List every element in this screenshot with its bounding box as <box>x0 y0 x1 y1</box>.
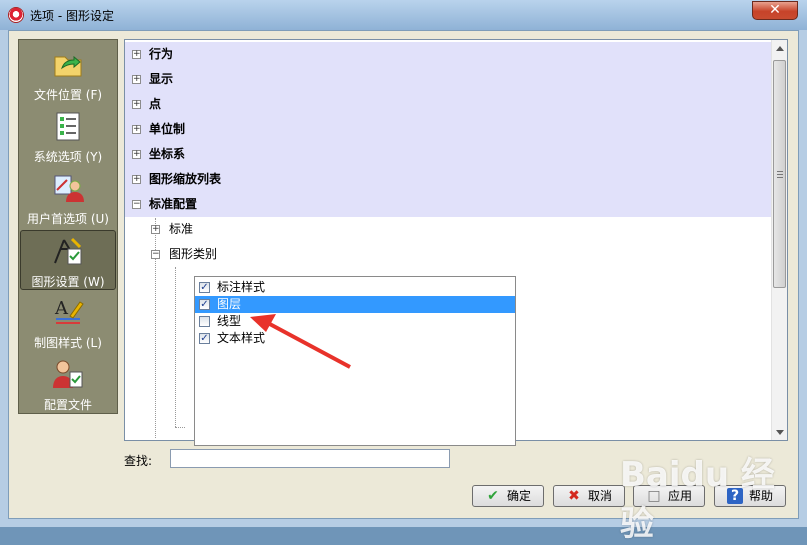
sidebar-item-graphics-settings[interactable]: 图形设置 (W) <box>20 230 116 290</box>
vertical-scrollbar[interactable] <box>771 40 787 440</box>
options-sidebar: 文件位置 (F) 系统选项 (Y) 用户首选项 (U) 图形设置 (W) A 制… <box>18 39 118 414</box>
search-label: 查找: <box>124 454 153 468</box>
sidebar-item-label: 配置文件 <box>43 398 92 412</box>
sidebar-item-user-preferences[interactable]: 用户首选项 (U) <box>20 172 116 228</box>
checkbox-checked[interactable]: ✓ <box>199 282 210 293</box>
red-x-icon: ✖ <box>568 488 580 504</box>
title-bar: 选项 - 图形设定 ✕ <box>0 0 807 30</box>
cancel-button-label: 取消 <box>588 489 613 503</box>
expand-icon[interactable]: + <box>132 100 141 109</box>
sidebar-item-label: 制图样式 (L) <box>34 336 102 350</box>
ok-button[interactable]: ✔ 确定 <box>472 485 544 507</box>
scroll-up-icon[interactable] <box>776 46 784 51</box>
tree-node-label: 点 <box>149 97 162 111</box>
green-check-icon: ✔ <box>487 488 499 504</box>
tree-node-label: 显示 <box>149 72 174 86</box>
scroll-thumb[interactable] <box>773 60 786 288</box>
watermark: Baidu 经验 <box>620 455 775 544</box>
sidebar-item-drafting-style[interactable]: A 制图样式 (L) <box>20 296 116 352</box>
checkbox-checked[interactable]: ✓ <box>199 299 210 310</box>
expand-icon[interactable]: + <box>132 175 141 184</box>
sidebar-item-label: 图形设置 (W) <box>31 275 105 289</box>
collapse-icon[interactable]: − <box>151 250 160 259</box>
cancel-button[interactable]: ✖ 取消 <box>553 485 625 507</box>
search-input[interactable] <box>170 449 450 468</box>
tree-node-units[interactable]: + 单位制 <box>125 117 771 142</box>
tree-node-label: 图形缩放列表 <box>149 172 222 186</box>
svg-text:A: A <box>54 298 69 319</box>
tree-node-label: 坐标系 <box>149 147 186 161</box>
expand-icon[interactable]: + <box>151 225 160 234</box>
checklist-item-dimension-style[interactable]: ✓ 标注样式 <box>195 279 515 296</box>
checklist-icon <box>56 112 80 141</box>
checklist-item-layer[interactable]: ✓ 图层 <box>195 296 515 313</box>
checklist-item-linetype[interactable]: 线型 <box>195 313 515 330</box>
tree-node-scale-list[interactable]: + 图形缩放列表 <box>125 167 771 192</box>
expand-icon[interactable]: + <box>132 150 141 159</box>
folder-arrow-icon <box>54 55 82 77</box>
tree-node-standards-config[interactable]: − 标准配置 <box>125 192 771 217</box>
expand-icon[interactable]: + <box>132 125 141 134</box>
expand-icon[interactable]: + <box>132 75 141 84</box>
user-tools-icon <box>54 175 84 202</box>
sidebar-item-label: 用户首选项 (U) <box>27 212 109 226</box>
tree-node-label: 标准 <box>169 222 194 236</box>
drawing-settings-icon <box>54 237 82 265</box>
checklist-item-label: 线型 <box>217 314 242 328</box>
sidebar-item-file-locations[interactable]: 文件位置 (F) <box>20 48 116 104</box>
sidebar-item-label: 文件位置 (F) <box>33 88 103 102</box>
checkbox-unchecked[interactable] <box>199 316 210 327</box>
checklist-item-text-style[interactable]: ✓ 文本样式 <box>195 330 515 347</box>
ok-button-label: 确定 <box>507 489 532 503</box>
tree-node-label: 行为 <box>149 47 174 61</box>
sidebar-item-profiles[interactable]: 配置文件 <box>20 358 116 414</box>
checklist-item-label: 图层 <box>217 297 242 311</box>
tree-node-behavior[interactable]: + 行为 <box>125 42 771 67</box>
sidebar-item-label: 系统选项 (Y) <box>33 150 103 164</box>
scroll-down-icon[interactable] <box>776 430 784 435</box>
tree-node-label: 图形类别 <box>169 247 218 261</box>
checklist-item-label: 标注样式 <box>217 280 266 294</box>
close-button[interactable]: ✕ <box>752 1 798 20</box>
app-icon <box>8 7 24 23</box>
tree-guide-line <box>175 427 185 428</box>
tree-node-display[interactable]: + 显示 <box>125 67 771 92</box>
checklist-item-label: 文本样式 <box>217 331 266 345</box>
checkbox-checked[interactable]: ✓ <box>199 333 210 344</box>
tree-node-coordinate-system[interactable]: + 坐标系 <box>125 142 771 167</box>
sidebar-item-system-options[interactable]: 系统选项 (Y) <box>20 110 116 166</box>
collapse-icon[interactable]: − <box>132 200 141 209</box>
tree-node-point[interactable]: + 点 <box>125 92 771 117</box>
tree-guide-line <box>175 267 176 427</box>
drawing-category-checklist: ✓ 标注样式 ✓ 图层 线型 ✓ 文本样式 <box>194 276 516 446</box>
tree-node-drawing-category[interactable]: − 图形类别 <box>125 242 771 267</box>
user-profile-icon <box>53 360 83 388</box>
window-title: 选项 - 图形设定 <box>30 9 114 23</box>
tree-node-label: 标准配置 <box>149 197 198 211</box>
text-style-icon: A <box>54 298 84 324</box>
expand-icon[interactable]: + <box>132 50 141 59</box>
tree-node-label: 单位制 <box>149 122 186 136</box>
tree-node-standard[interactable]: + 标准 <box>125 217 771 242</box>
